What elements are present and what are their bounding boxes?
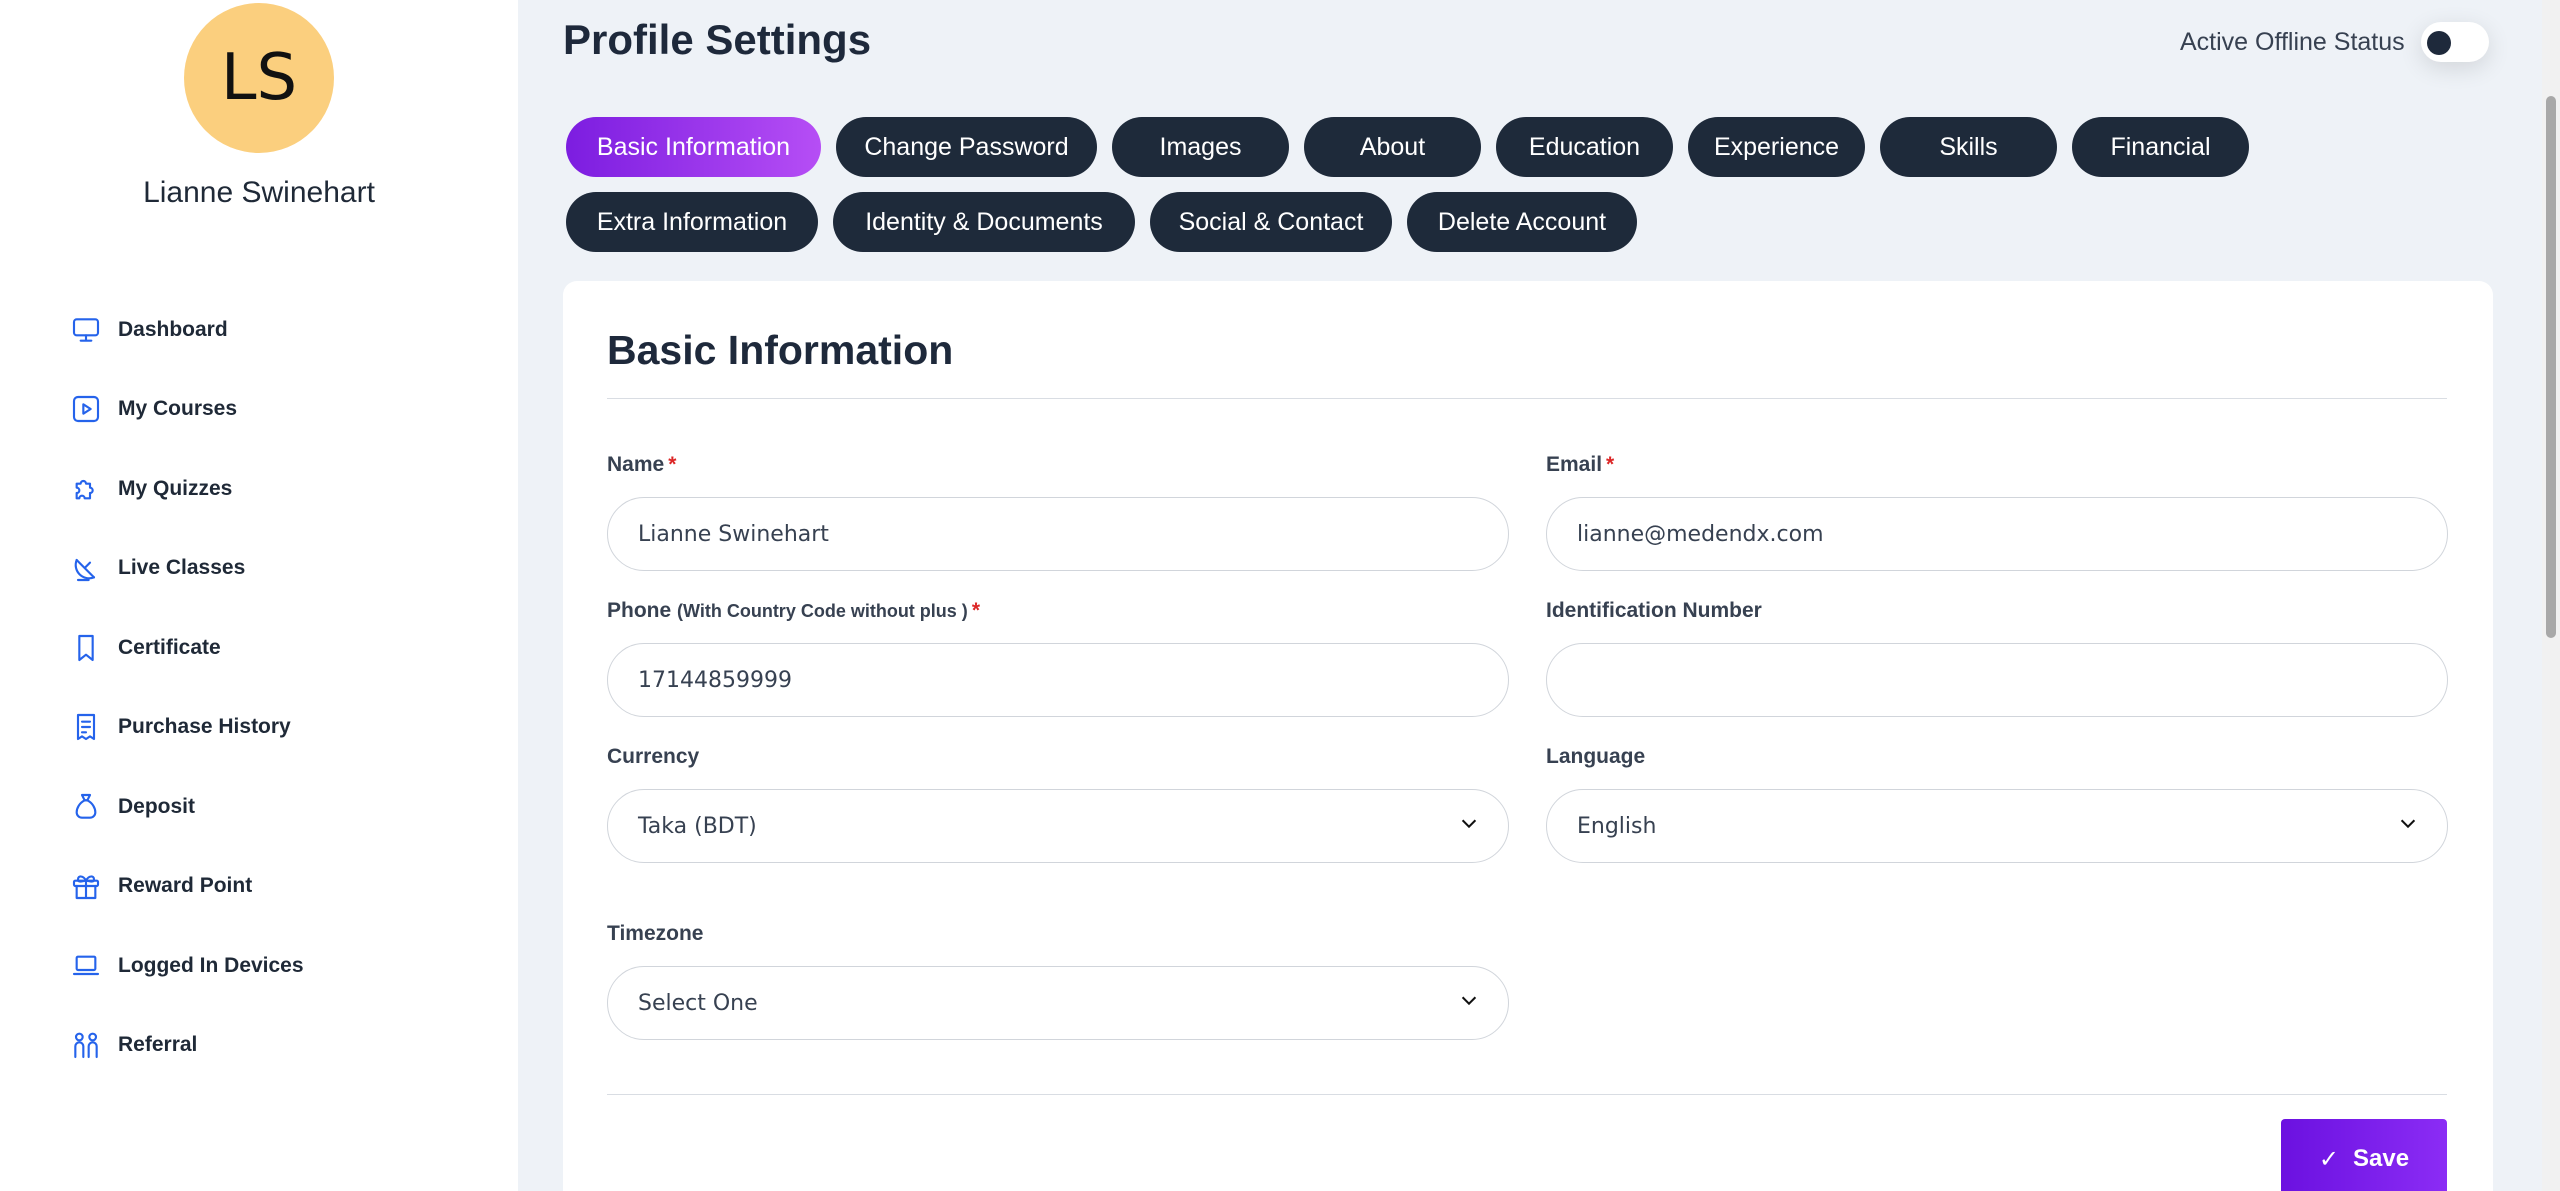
divider (607, 1094, 2447, 1095)
name-label-text: Name (607, 453, 665, 476)
language-select[interactable]: English (1546, 789, 2448, 863)
identification-input[interactable] (1546, 643, 2448, 717)
puzzle-icon (68, 471, 104, 507)
sidebar-item-purchase-history[interactable]: Purchase History (68, 688, 304, 768)
tab-financial[interactable]: Financial (2072, 117, 2249, 177)
required-marker: * (971, 599, 980, 622)
identification-label: Identification Number (1546, 599, 1762, 622)
tab-identity-documents[interactable]: Identity & Documents (833, 192, 1135, 252)
timezone-label: Timezone (607, 922, 704, 945)
laptop-icon (68, 948, 104, 984)
receipt-icon (68, 709, 104, 745)
phone-input-value: 17144859999 (638, 667, 792, 693)
phone-input[interactable]: 17144859999 (607, 643, 1509, 717)
tab-extra-information[interactable]: Extra Information (566, 192, 818, 252)
sidebar-item-my-quizzes[interactable]: My Quizzes (68, 449, 304, 529)
sidebar-item-logged-in-devices[interactable]: Logged In Devices (68, 926, 304, 1006)
email-label: Email * (1546, 453, 1614, 477)
chevron-down-icon (2397, 812, 2419, 840)
check-icon: ✓ (2318, 1145, 2340, 1173)
sidebar-item-live-classes[interactable]: Live Classes (68, 529, 304, 609)
gift-icon (68, 868, 104, 904)
save-button[interactable]: ✓ Save (2281, 1119, 2447, 1191)
tab-social-contact[interactable]: Social & Contact (1150, 192, 1392, 252)
phone-label: Phone (With Country Code without plus ) * (607, 599, 980, 623)
required-marker: * (668, 453, 677, 476)
phone-label-text: Phone (607, 599, 672, 622)
required-marker: * (1606, 453, 1615, 476)
save-button-label: Save (2353, 1145, 2410, 1172)
sidebar-item-dashboard[interactable]: Dashboard (68, 290, 304, 370)
name-input-value: Lianne Swinehart (638, 521, 829, 547)
phone-hint: (With Country Code without plus ) (677, 601, 968, 621)
page-scrollbar[interactable] (2542, 0, 2560, 1191)
sidebar-item-label: Certificate (118, 635, 221, 659)
sidebar-item-label: Live Classes (118, 556, 246, 580)
monitor-icon (68, 312, 104, 348)
sidebar-item-referral[interactable]: Referral (68, 1006, 304, 1086)
tab-images[interactable]: Images (1112, 117, 1289, 177)
sidebar-item-label: Deposit (118, 794, 196, 818)
basic-information-card: Basic Information Name * Lianne Swinehart… (563, 281, 2493, 1191)
page-title: Profile Settings (563, 16, 872, 63)
email-input-value: lianne@medendx.com (1577, 521, 1824, 547)
chevron-down-icon (1458, 812, 1480, 840)
tab-experience[interactable]: Experience (1688, 117, 1865, 177)
user-name: Lianne Swinehart (143, 176, 375, 209)
sidebar-item-reward-point[interactable]: Reward Point (68, 847, 304, 927)
offline-status-toggle[interactable] (2420, 22, 2489, 62)
timezone-select[interactable]: Select One (607, 966, 1509, 1040)
name-input[interactable]: Lianne Swinehart (607, 497, 1509, 571)
sidebar-item-label: My Courses (118, 397, 238, 421)
sidebar: LS Lianne Swinehart Dashboard My Courses… (0, 0, 518, 1191)
users-icon (68, 1027, 104, 1063)
tab-change-password[interactable]: Change Password (836, 117, 1097, 177)
sidebar-item-label: My Quizzes (118, 476, 233, 500)
toggle-knob (2426, 31, 2451, 55)
money-bag-icon (68, 789, 104, 825)
avatar[interactable]: LS (184, 3, 334, 153)
tab-education[interactable]: Education (1496, 117, 1673, 177)
language-label: Language (1546, 745, 1646, 768)
bookmark-icon (68, 630, 104, 666)
scrollbar-thumb[interactable] (2546, 96, 2556, 638)
sidebar-nav: Dashboard My Courses My Quizzes Live Cla… (68, 290, 304, 1085)
sidebar-item-certificate[interactable]: Certificate (68, 608, 304, 688)
language-selected-value: English (1577, 813, 1657, 839)
tab-about[interactable]: About (1304, 117, 1481, 177)
sidebar-item-label: Dashboard (118, 317, 228, 341)
avatar-initials: LS (220, 41, 298, 115)
sidebar-item-label: Reward Point (118, 874, 253, 898)
play-square-icon (68, 391, 104, 427)
sidebar-item-deposit[interactable]: Deposit (68, 767, 304, 847)
offline-status-label: Active Offline Status (2180, 27, 2405, 56)
timezone-selected-value: Select One (638, 990, 758, 1016)
email-label-text: Email (1546, 453, 1603, 476)
email-input[interactable]: lianne@medendx.com (1546, 497, 2448, 571)
currency-selected-value: Taka (BDT) (638, 813, 757, 839)
sidebar-item-my-courses[interactable]: My Courses (68, 370, 304, 450)
sidebar-item-label: Logged In Devices (118, 953, 304, 977)
currency-select[interactable]: Taka (BDT) (607, 789, 1509, 863)
offline-status-control: Active Offline Status (2180, 22, 2489, 62)
divider (607, 398, 2447, 399)
name-label: Name * (607, 453, 676, 477)
tab-skills[interactable]: Skills (1880, 117, 2057, 177)
card-title: Basic Information (607, 327, 954, 373)
chevron-down-icon (1458, 989, 1480, 1017)
sidebar-item-label: Purchase History (118, 715, 291, 739)
tab-basic-information[interactable]: Basic Information (566, 117, 821, 177)
sidebar-item-label: Referral (118, 1033, 198, 1057)
satellite-dish-icon (68, 550, 104, 586)
currency-label: Currency (607, 745, 700, 768)
tab-delete-account[interactable]: Delete Account (1407, 192, 1637, 252)
